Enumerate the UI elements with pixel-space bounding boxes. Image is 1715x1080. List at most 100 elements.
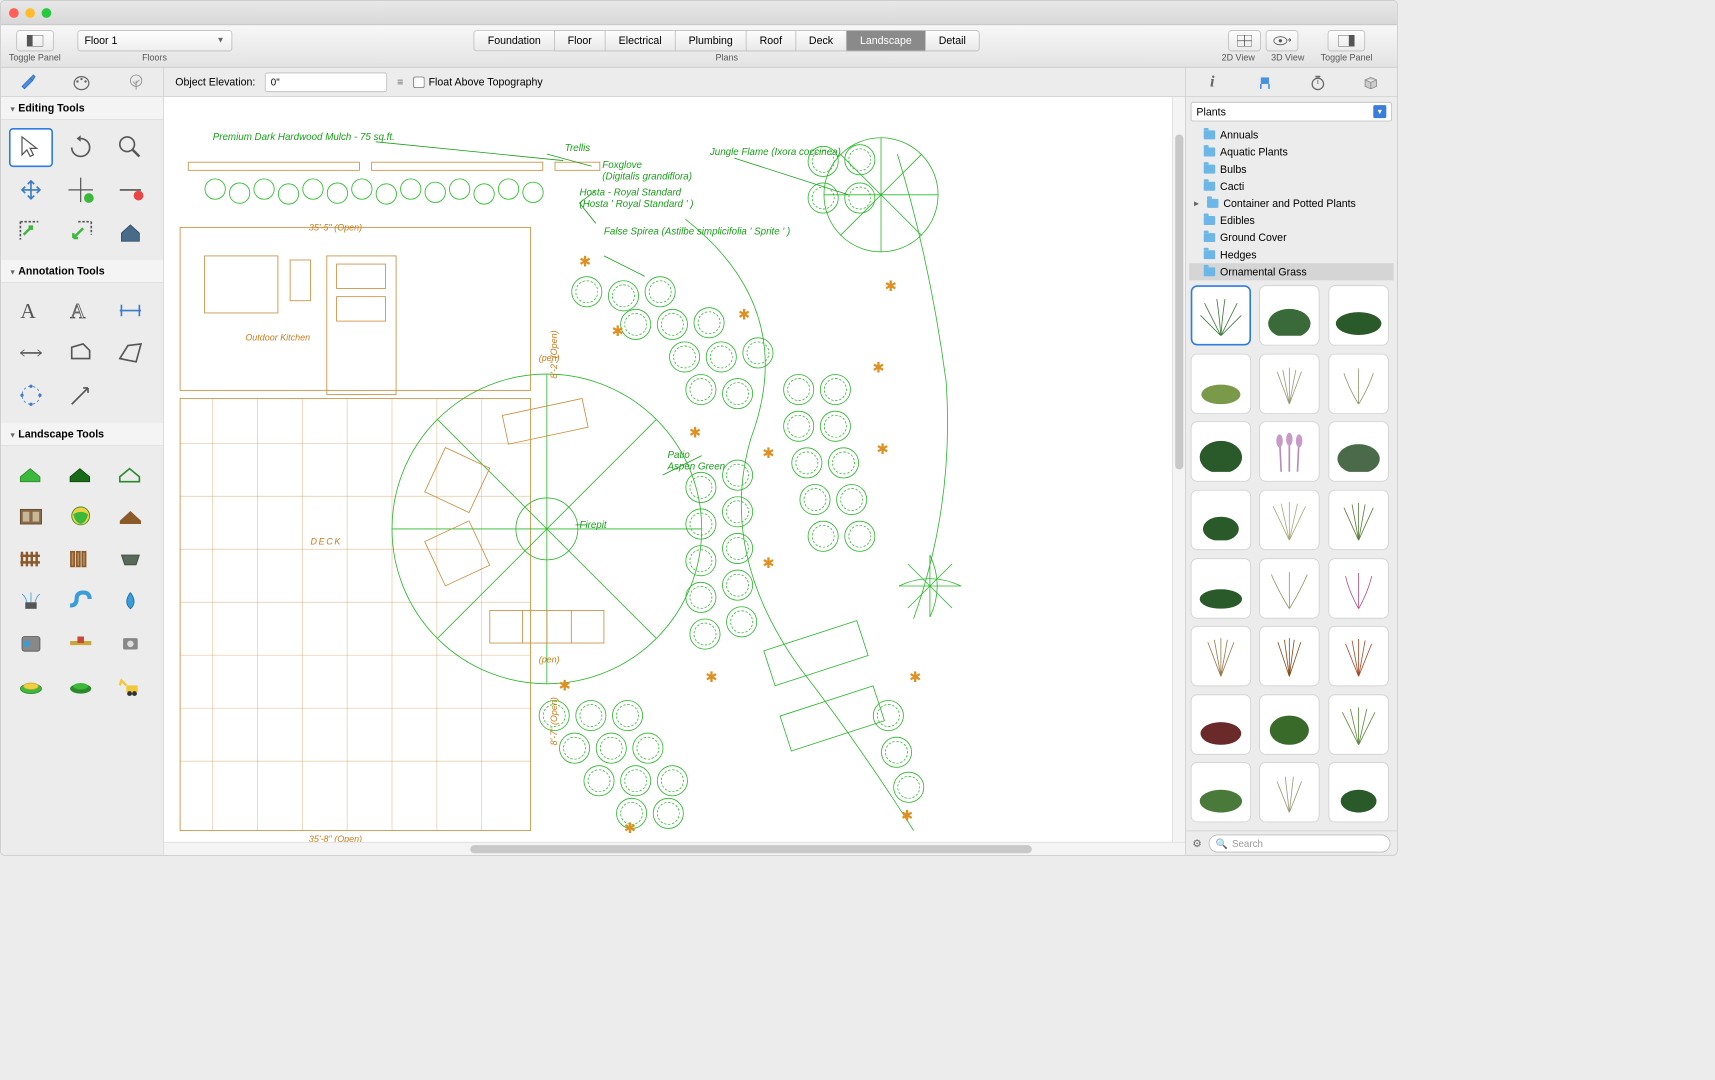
maximize-button[interactable] (42, 8, 52, 18)
planter-tool[interactable] (108, 539, 152, 578)
cat-hedges[interactable]: Hedges (1189, 246, 1394, 263)
valve-tool[interactable] (59, 623, 103, 662)
vertical-scrollbar[interactable] (1172, 97, 1185, 842)
corner-out-tool[interactable] (59, 213, 103, 252)
cat-annuals[interactable]: Annuals (1189, 126, 1394, 143)
info-icon[interactable]: i (1202, 71, 1223, 92)
zoom-tool[interactable] (108, 128, 152, 167)
plant-thumb[interactable] (1328, 626, 1388, 686)
annotation-tools-header[interactable]: Annotation Tools (1, 260, 163, 283)
fence-tool[interactable] (9, 539, 53, 578)
pipe-tool[interactable] (59, 581, 103, 620)
plant-thumb[interactable] (1259, 762, 1319, 822)
plan-foundation[interactable]: Foundation (474, 30, 554, 51)
contour2-tool[interactable] (59, 666, 103, 705)
plant-thumb[interactable] (1191, 558, 1251, 618)
plant-thumb[interactable] (1328, 285, 1388, 345)
plant-thumb[interactable] (1259, 353, 1319, 413)
text-tool[interactable]: A (9, 291, 53, 330)
crosshair-add-tool[interactable] (59, 170, 103, 209)
plan-floor[interactable]: Floor (554, 30, 605, 51)
horizontal-scrollbar[interactable] (164, 842, 1185, 855)
area-tool[interactable] (59, 333, 103, 372)
hammer-tool-icon[interactable] (17, 71, 38, 92)
rotate-tool[interactable] (59, 128, 103, 167)
plan-plumbing[interactable]: Plumbing (675, 30, 746, 51)
cat-aquatic[interactable]: Aquatic Plants (1189, 143, 1394, 160)
plan-roof[interactable]: Roof (746, 30, 795, 51)
plant-thumb[interactable] (1191, 422, 1251, 482)
pan-tool[interactable] (9, 170, 53, 209)
sprinkler-tool[interactable] (9, 581, 53, 620)
text-outline-tool[interactable]: A (59, 291, 103, 330)
plant-thumb[interactable] (1259, 626, 1319, 686)
excavator-tool[interactable] (108, 666, 152, 705)
plant-thumb[interactable] (1191, 762, 1251, 822)
fence2-tool[interactable] (59, 539, 103, 578)
drop-tool[interactable] (108, 581, 152, 620)
box-icon[interactable] (1360, 71, 1381, 92)
plant-thumb[interactable] (1328, 422, 1388, 482)
terrain-dark-tool[interactable] (59, 454, 103, 493)
floor-selector[interactable]: Floor 1 ▼ (77, 30, 232, 51)
plan-landscape[interactable]: Landscape (846, 30, 925, 51)
measure-tool[interactable] (9, 333, 53, 372)
landscape-tools-header[interactable]: Landscape Tools (1, 423, 163, 446)
controller-tool[interactable] (9, 623, 53, 662)
select-tool[interactable] (9, 128, 53, 167)
plan-electrical[interactable]: Electrical (605, 30, 675, 51)
close-button[interactable] (9, 8, 19, 18)
canvas-area[interactable]: ✱ ✱ ✱ ✱ ✱ ✱ ✱ ✱ ✱ ✱ ✱ ✱ ✱ ✱ Premium Dark… (164, 97, 1185, 855)
float-above-checkbox[interactable] (413, 76, 424, 87)
plant-thumb[interactable] (1259, 285, 1319, 345)
roof-tool[interactable] (108, 496, 152, 535)
globe-tool[interactable] (59, 496, 103, 535)
plant-thumb[interactable] (1328, 490, 1388, 550)
library-selector[interactable]: Plants ▼ (1191, 102, 1392, 122)
plant-thumb[interactable] (1328, 558, 1388, 618)
toggle-panel-left-button[interactable] (16, 30, 53, 51)
toggle-panel-right-button[interactable] (1328, 30, 1365, 51)
perspective-tool[interactable] (108, 333, 152, 372)
plant-thumb[interactable] (1191, 694, 1251, 754)
plan-detail[interactable]: Detail (925, 30, 980, 51)
plant-thumb[interactable] (1191, 626, 1251, 686)
chair-icon[interactable] (1254, 71, 1275, 92)
plant-thumb[interactable] (1328, 694, 1388, 754)
view-2d-button[interactable] (1228, 30, 1261, 51)
cat-edibles[interactable]: Edibles (1189, 212, 1394, 229)
cat-bulbs[interactable]: Bulbs (1189, 161, 1394, 178)
house-tool[interactable] (108, 213, 152, 252)
line-delete-tool[interactable] (108, 170, 152, 209)
stepper-icon[interactable]: ≡ (397, 76, 403, 88)
cat-cacti[interactable]: Cacti (1189, 178, 1394, 195)
gear-icon[interactable]: ⚙ (1192, 837, 1201, 850)
circle-nodes-tool[interactable] (9, 376, 53, 415)
object-elevation-input[interactable] (265, 72, 387, 92)
plant-thumb[interactable] (1191, 285, 1251, 345)
editing-tools-header[interactable]: Editing Tools (1, 97, 163, 120)
view-3d-button[interactable] (1265, 30, 1298, 51)
cat-container[interactable]: ▶Container and Potted Plants (1189, 195, 1394, 212)
contour-tool[interactable] (9, 666, 53, 705)
plant-thumb[interactable] (1328, 762, 1388, 822)
dimension-tool[interactable] (108, 291, 152, 330)
plan-deck[interactable]: Deck (795, 30, 846, 51)
plant-thumb[interactable] (1259, 422, 1319, 482)
plant-thumb[interactable] (1191, 353, 1251, 413)
minimize-button[interactable] (25, 8, 35, 18)
plant-thumb[interactable] (1328, 353, 1388, 413)
plant-thumb[interactable] (1191, 490, 1251, 550)
timer-icon[interactable] (1307, 71, 1328, 92)
palette-icon[interactable] (71, 71, 92, 92)
terrain-tool[interactable] (9, 454, 53, 493)
tree-library-icon[interactable] (125, 71, 146, 92)
corner-in-tool[interactable] (9, 213, 53, 252)
library-search-input[interactable]: 🔍 Search (1208, 834, 1390, 852)
plant-thumb[interactable] (1259, 490, 1319, 550)
cat-groundcover[interactable]: Ground Cover (1189, 229, 1394, 246)
cat-ornamental-grass[interactable]: Ornamental Grass (1189, 263, 1394, 280)
meter-tool[interactable] (108, 623, 152, 662)
plant-thumb[interactable] (1259, 558, 1319, 618)
window-tool[interactable] (9, 496, 53, 535)
